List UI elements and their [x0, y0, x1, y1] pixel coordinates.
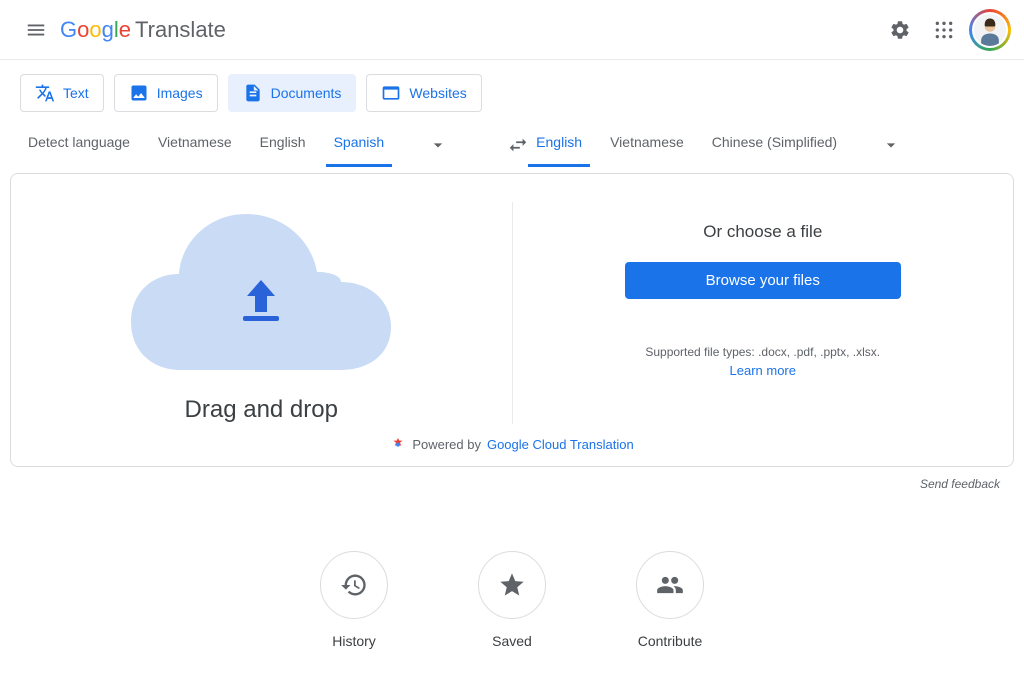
contribute-button[interactable]: Contribute [636, 551, 704, 649]
avatar-image [972, 12, 1008, 48]
translate-text-icon [35, 83, 55, 103]
drop-zone[interactable]: Drag and drop [11, 202, 513, 424]
source-lang-option-2[interactable]: English [252, 122, 314, 167]
drag-drop-label: Drag and drop [185, 396, 338, 424]
supported-types-label: Supported file types: .docx, .pdf, .pptx… [645, 345, 880, 359]
tab-documents[interactable]: Documents [228, 74, 357, 112]
tab-text-label: Text [63, 85, 89, 101]
history-button[interactable]: History [320, 551, 388, 649]
swap-languages-button[interactable] [498, 125, 538, 165]
target-lang-more-button[interactable] [873, 127, 909, 163]
app-logo[interactable]: Google Translate [60, 17, 226, 43]
apps-button[interactable] [924, 10, 964, 50]
powered-prefix: Powered by [412, 437, 481, 452]
tab-websites[interactable]: Websites [366, 74, 481, 112]
language-selector-row: Detect language Vietnamese English Spani… [0, 122, 1024, 167]
source-lang-more-button[interactable] [420, 127, 456, 163]
document-upload-panel: Drag and drop Or choose a file Browse yo… [10, 173, 1014, 467]
saved-button[interactable]: Saved [478, 551, 546, 649]
tab-images[interactable]: Images [114, 74, 218, 112]
tab-documents-label: Documents [271, 85, 342, 101]
source-lang-option-1[interactable]: Vietnamese [150, 122, 240, 167]
app-header: Google Translate [0, 0, 1024, 60]
saved-label: Saved [492, 633, 532, 649]
source-language-group: Detect language Vietnamese English Spani… [20, 122, 456, 167]
main-menu-button[interactable] [16, 10, 56, 50]
apps-grid-icon [934, 20, 954, 40]
target-lang-option-2[interactable]: Vietnamese [602, 122, 692, 167]
google-cloud-icon [390, 436, 406, 452]
send-feedback-link[interactable]: Send feedback [0, 477, 1000, 491]
source-lang-option-3[interactable]: Spanish [326, 122, 393, 167]
choose-file-label: Or choose a file [703, 222, 822, 242]
powered-by-link[interactable]: Google Cloud Translation [487, 437, 634, 452]
target-lang-option-3[interactable]: Chinese (Simplified) [704, 122, 845, 167]
chevron-down-icon [881, 135, 901, 155]
chevron-down-icon [428, 135, 448, 155]
image-icon [129, 83, 149, 103]
bottom-actions: History Saved Contribute [0, 551, 1024, 649]
settings-button[interactable] [880, 10, 920, 50]
contribute-label: Contribute [638, 633, 703, 649]
target-language-group: English Vietnamese Chinese (Simplified) [528, 122, 909, 167]
website-icon [381, 83, 401, 103]
history-icon [340, 571, 368, 599]
star-icon [498, 571, 526, 599]
browse-files-button[interactable]: Browse your files [625, 262, 901, 299]
tab-text[interactable]: Text [20, 74, 104, 112]
swap-icon [507, 134, 529, 156]
account-avatar[interactable] [972, 12, 1008, 48]
learn-more-link[interactable]: Learn more [730, 363, 796, 378]
hamburger-icon [25, 19, 47, 41]
mode-tabs: Text Images Documents Websites [0, 60, 1024, 122]
browse-section: Or choose a file Browse your files Suppo… [513, 202, 1014, 424]
tab-images-label: Images [157, 85, 203, 101]
history-label: History [332, 633, 376, 649]
document-icon [243, 83, 263, 103]
powered-by-row: Powered by Google Cloud Translation [11, 436, 1013, 452]
google-wordmark: Google [60, 17, 131, 43]
upload-illustration [121, 202, 401, 372]
product-name: Translate [135, 17, 226, 43]
tab-websites-label: Websites [409, 85, 466, 101]
source-lang-detect[interactable]: Detect language [20, 122, 138, 167]
people-icon [656, 571, 684, 599]
gear-icon [889, 19, 911, 41]
